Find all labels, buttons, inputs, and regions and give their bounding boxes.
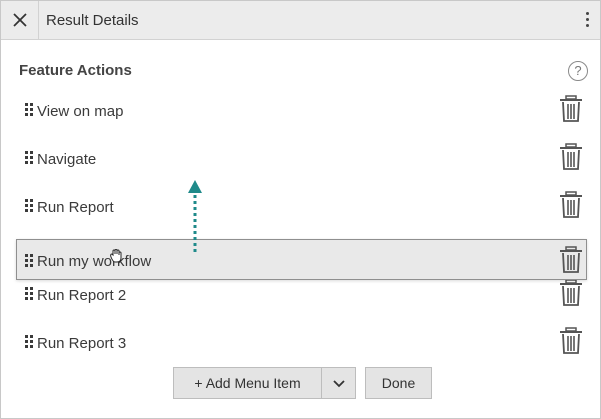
dragged-action-row[interactable]: Run my workflow xyxy=(16,239,587,280)
drag-handle-icon[interactable] xyxy=(25,151,33,164)
drag-handle-icon[interactable] xyxy=(25,103,33,116)
trash-icon[interactable] xyxy=(559,246,583,274)
add-menu-item-dropdown-button[interactable] xyxy=(321,367,356,399)
trash-icon[interactable] xyxy=(559,95,583,123)
action-label[interactable]: Run Report 3 xyxy=(37,335,126,352)
grab-cursor-icon xyxy=(110,248,122,263)
drag-handle-icon[interactable] xyxy=(25,335,33,348)
action-label[interactable]: Navigate xyxy=(37,151,96,168)
result-details-panel: Result Details Feature Actions ? View on… xyxy=(0,0,601,419)
panel-header: Result Details xyxy=(1,1,600,40)
trash-icon[interactable] xyxy=(559,143,583,171)
action-label[interactable]: Run Report xyxy=(37,199,114,216)
action-label[interactable]: View on map xyxy=(37,103,123,120)
drag-direction-arrow-icon xyxy=(188,180,202,255)
drag-handle-icon[interactable] xyxy=(25,287,33,300)
plus-icon: + xyxy=(194,375,203,391)
close-button[interactable] xyxy=(1,1,39,39)
drag-handle-icon[interactable] xyxy=(25,254,33,267)
kebab-menu-icon[interactable] xyxy=(583,12,591,30)
action-label[interactable]: Run Report 2 xyxy=(37,287,126,304)
panel-title: Result Details xyxy=(46,12,139,29)
close-icon xyxy=(13,13,27,27)
add-menu-item-button[interactable]: + Add Menu Item xyxy=(173,367,322,399)
action-row: View on map xyxy=(1,95,600,129)
action-row: Run Report 2 xyxy=(1,279,600,313)
trash-icon[interactable] xyxy=(559,191,583,219)
trash-icon[interactable] xyxy=(559,327,583,355)
action-row: Run Report xyxy=(1,191,600,225)
help-icon[interactable]: ? xyxy=(568,61,588,81)
trash-icon[interactable] xyxy=(559,279,583,307)
drag-handle-icon[interactable] xyxy=(25,199,33,212)
action-row: Run Report 3 xyxy=(1,327,600,361)
action-label[interactable]: Run my workflow xyxy=(37,253,151,270)
action-row: Navigate xyxy=(1,143,600,177)
chevron-down-icon xyxy=(333,380,345,388)
done-button[interactable]: Done xyxy=(365,367,432,399)
add-menu-item-label: Add Menu Item xyxy=(205,375,301,391)
section-title: Feature Actions xyxy=(19,62,132,79)
